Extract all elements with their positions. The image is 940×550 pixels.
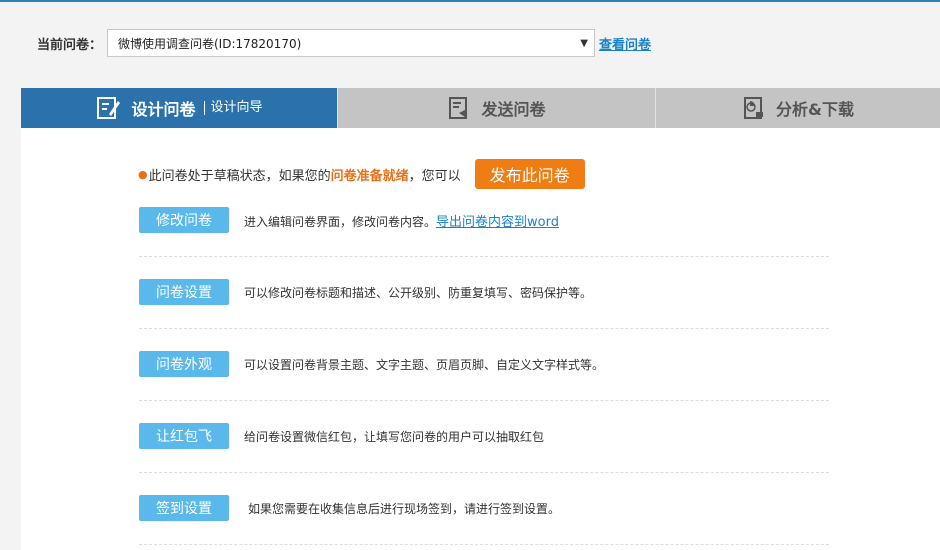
checkin-settings-desc: 如果您需要在收集信息后进行现场签到，请进行签到设置。 (248, 501, 561, 516)
survey-settings-button[interactable]: 问卷设置 (139, 279, 229, 305)
top-accent-line (0, 0, 940, 2)
checkin-settings-button[interactable]: 签到设置 (139, 495, 229, 521)
view-survey-link[interactable]: 查看问卷 (599, 34, 651, 53)
tab-analysis-label: 分析&下载 (776, 100, 854, 119)
action-row-edit: 修改问卷 进入编辑问卷界面，修改问卷内容。导出问卷内容到word (139, 184, 829, 257)
main-tabs: 设计问卷 设计向导 发送问卷 分析&下载 (21, 88, 940, 137)
edit-doc-icon (97, 97, 121, 119)
survey-selector-row: 当前问卷： 微博使用调查问卷(ID:17820170) ▼ 查看问卷 (37, 28, 651, 58)
send-doc-icon (449, 97, 468, 119)
survey-settings-desc: 可以修改问卷标题和描述、公开级别、防重复填写、密码保护等。 (244, 285, 593, 300)
current-survey-label: 当前问卷： (37, 37, 103, 53)
status-text-suffix: ，您可以 (408, 168, 461, 184)
tab-send[interactable]: 发送问卷 (337, 88, 655, 128)
tab-analysis[interactable]: 分析&下载 (655, 88, 940, 128)
status-text-highlight: 问卷准备就绪 (330, 168, 409, 184)
action-row-settings: 问卷设置 可以修改问卷标题和描述、公开级别、防重复填写、密码保护等。 (139, 256, 829, 329)
edit-survey-desc-text: 进入编辑问卷界面，修改问卷内容。 (244, 214, 437, 229)
bullet-dot-icon: ● (138, 167, 148, 181)
survey-appearance-button[interactable]: 问卷外观 (139, 351, 229, 377)
red-packet-desc: 给问卷设置微信红包，让填写您问卷的用户可以抽取红包 (244, 429, 545, 444)
analysis-doc-icon (744, 97, 764, 119)
edit-survey-desc: 进入编辑问卷界面，修改问卷内容。导出问卷内容到word (244, 211, 559, 230)
action-row-checkin: 签到设置 如果您需要在收集信息后进行现场签到，请进行签到设置。 (139, 472, 829, 545)
action-row-appearance: 问卷外观 可以设置问卷背景主题、文字主题、页眉页脚、自定义文字样式等。 (139, 328, 829, 401)
survey-select[interactable]: 微博使用调查问卷(ID:17820170) ▼ (107, 29, 595, 57)
action-row-redpacket: 让红包飞 给问卷设置微信红包，让填写您问卷的用户可以抽取红包 (139, 400, 829, 473)
tab-send-label: 发送问卷 (481, 100, 546, 119)
survey-select-value: 微博使用调查问卷(ID:17820170) (118, 36, 302, 51)
edit-survey-button[interactable]: 修改问卷 (139, 207, 229, 233)
status-text-prefix: 此问卷处于草稿状态，如果您的 (148, 168, 331, 184)
export-word-link[interactable]: 导出问卷内容到word (436, 215, 559, 230)
chevron-down-icon: ▼ (580, 37, 588, 49)
tab-design-wizard-label[interactable]: 设计向导 (203, 101, 263, 115)
red-packet-button[interactable]: 让红包飞 (139, 423, 229, 449)
design-panel: ● 此问卷处于草稿状态，如果您的 问卷准备就绪 ，您可以 发布此问卷 修改问卷 … (21, 128, 940, 550)
tab-design-label: 设计问卷 (131, 100, 196, 119)
survey-appearance-desc: 可以设置问卷背景主题、文字主题、页眉页脚、自定义文字样式等。 (244, 357, 605, 372)
tab-design[interactable]: 设计问卷 设计向导 (21, 88, 337, 137)
